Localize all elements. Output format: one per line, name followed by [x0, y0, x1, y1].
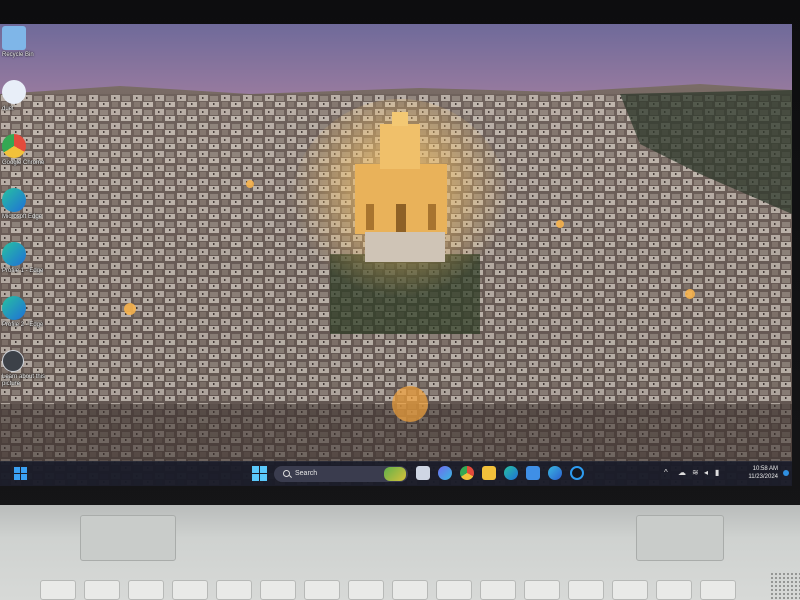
- clock-date: 11/23/2024: [748, 474, 778, 480]
- cortana-icon[interactable]: [570, 466, 584, 480]
- desktop-icon-chrome[interactable]: Google Chrome: [0, 134, 48, 167]
- chrome-icon[interactable]: [460, 466, 474, 480]
- hinge-left: [80, 515, 176, 561]
- volume-icon[interactable]: ◂: [704, 469, 712, 477]
- edge-icon: [2, 188, 26, 212]
- key: [524, 580, 560, 600]
- speaker-grille: [770, 572, 800, 600]
- key: [128, 580, 164, 600]
- notification-icon[interactable]: [783, 470, 789, 476]
- desktop-icon-edge[interactable]: Microsoft Edge: [0, 188, 48, 221]
- desktop-icon-learn-about-picture[interactable]: Learn about this picture: [0, 350, 48, 388]
- hinge-right: [636, 515, 724, 561]
- desktop-icon-edge-profile-2[interactable]: Profile 2 - Edge: [0, 296, 48, 329]
- desktop-icon-recycle-bin[interactable]: Recycle Bin: [0, 26, 48, 59]
- edge-icon[interactable]: [504, 466, 518, 480]
- key: [480, 580, 516, 600]
- chrome-icon: [2, 134, 26, 158]
- desktop-icon-duet[interactable]: duet: [0, 80, 48, 113]
- wifi-icon[interactable]: ≋: [692, 469, 700, 477]
- chevron-up-icon[interactable]: ^: [664, 469, 672, 477]
- key: [392, 580, 428, 600]
- key: [172, 580, 208, 600]
- taskbar-search-box[interactable]: Search: [274, 466, 408, 482]
- task-view-icon[interactable]: [416, 466, 430, 480]
- key: [612, 580, 648, 600]
- edge-profile-1-icon: [2, 242, 26, 266]
- widgets-button[interactable]: [14, 467, 28, 481]
- key: [216, 580, 252, 600]
- store-icon[interactable]: [526, 466, 540, 480]
- desktop-icon-edge-profile-1[interactable]: Profile 1 - Edge: [0, 242, 48, 275]
- start-button[interactable]: [252, 466, 268, 482]
- desktop-screen: Recycle Bin duet Google Chrome Microsoft…: [0, 24, 792, 486]
- file-explorer-icon[interactable]: [482, 466, 496, 480]
- desktop-icons: Recycle Bin duet Google Chrome Microsoft…: [0, 24, 48, 464]
- key: [348, 580, 384, 600]
- key: [260, 580, 296, 600]
- edge-profile-2-icon: [2, 296, 26, 320]
- edge-dev-icon[interactable]: [548, 466, 562, 480]
- search-highlight-icon: [384, 467, 406, 481]
- clock[interactable]: 10:58 AM 11/23/2024: [748, 465, 778, 481]
- key: [304, 580, 340, 600]
- recycle-bin-icon: [2, 26, 26, 50]
- wallpaper-image: [0, 24, 792, 486]
- keyboard-row: [40, 580, 800, 600]
- search-label: Search: [295, 470, 318, 477]
- key: [656, 580, 692, 600]
- key: [700, 580, 736, 600]
- key: [568, 580, 604, 600]
- learn-picture-icon: [2, 350, 24, 372]
- key: [40, 580, 76, 600]
- system-tray: ^ ☁ ≋ ◂ ▮ 10:58 AM 11/23/2024: [652, 462, 792, 486]
- key: [84, 580, 120, 600]
- taskbar: Search ^ ☁ ≋ ◂ ▮ 10:58 AM 11/23/2024: [0, 461, 792, 486]
- copilot-icon[interactable]: [438, 466, 452, 480]
- search-icon: [283, 470, 290, 477]
- cloud-icon[interactable]: ☁: [678, 469, 686, 477]
- battery-icon[interactable]: ▮: [715, 469, 723, 477]
- duet-icon: [2, 80, 26, 104]
- key: [436, 580, 472, 600]
- clock-time: 10:58 AM: [752, 466, 778, 472]
